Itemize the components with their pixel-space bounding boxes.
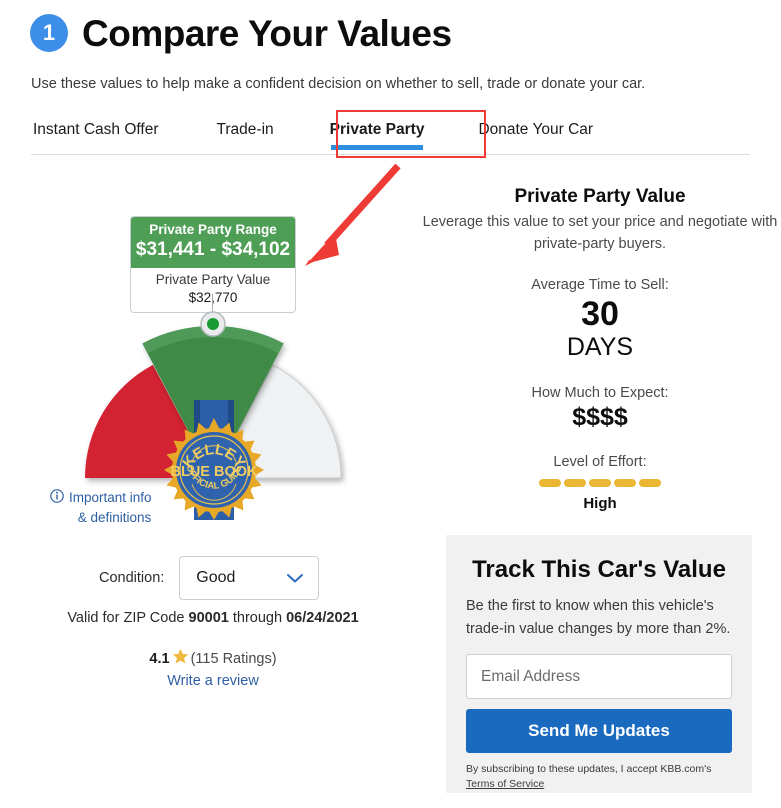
track-car-value-panel: Track This Car's Value Be the first to k… <box>446 535 752 793</box>
effort-segment <box>614 479 636 487</box>
important-info-line2: & definitions <box>77 510 152 526</box>
important-info-line1: Important info <box>69 490 152 505</box>
tab-private-party[interactable]: Private Party <box>329 112 425 150</box>
svg-text:BLUE BOOK: BLUE BOOK <box>171 464 259 480</box>
page-header: 1 Compare Your Values <box>30 14 452 52</box>
chevron-down-icon <box>287 574 304 583</box>
level-of-effort-meter <box>425 479 775 487</box>
write-a-review-link[interactable]: Write a review <box>0 673 426 689</box>
effort-segment <box>639 479 661 487</box>
track-panel-fineprint: By subscribing to these updates, I accep… <box>466 762 732 790</box>
annotation-arrow-icon <box>305 163 401 266</box>
private-party-value-card: Private Party Range $31,441 - $34,102 Pr… <box>130 216 296 314</box>
tab-active-indicator <box>331 145 424 150</box>
send-me-updates-button[interactable]: Send Me Updates <box>466 709 732 754</box>
condition-row: Condition: Good <box>99 556 320 600</box>
zip-prefix: Valid for ZIP Code <box>67 610 189 626</box>
how-much-to-expect-value: $$$$ <box>572 403 628 431</box>
value-card-header: Private Party Range $31,441 - $34,102 <box>131 217 295 268</box>
effort-segment <box>589 479 611 487</box>
time-to-sell-value: 30 <box>581 295 619 333</box>
rating-row: 4.1 (115 Ratings) <box>0 648 426 667</box>
star-icon <box>172 648 188 664</box>
time-to-sell-unit: DAYS <box>566 333 634 361</box>
condition-label: Condition: <box>99 570 165 586</box>
page-title: Compare Your Values <box>82 12 452 54</box>
value-type-tabs: Instant Cash Offer Trade-in Private Part… <box>31 112 750 155</box>
level-of-effort-label: Level of Effort: <box>553 454 647 470</box>
tab-private-party-label: Private Party <box>329 121 425 138</box>
right-column-title: Private Party Value <box>514 186 686 207</box>
how-much-to-expect-label: How Much to Expect: <box>531 385 669 401</box>
right-column-description: Leverage this value to set your price an… <box>422 214 778 252</box>
zip-expiry-date: 06/24/2021 <box>286 610 359 626</box>
rating-count: (115 Ratings) <box>190 651 277 667</box>
email-input[interactable] <box>466 654 732 700</box>
track-panel-description: Be the first to know when this vehicle's… <box>466 598 731 637</box>
value-range-amount: $31,441 - $34,102 <box>135 238 291 260</box>
time-to-sell-label: Average Time to Sell: <box>531 277 669 293</box>
zip-validity-line: Valid for ZIP Code 90001 through 06/24/2… <box>0 610 426 626</box>
step-number-badge: 1 <box>30 14 68 52</box>
value-range-label: Private Party Range <box>149 222 277 237</box>
track-panel-title: Track This Car's Value <box>472 556 726 583</box>
info-circle-icon <box>50 489 64 503</box>
tab-instant-cash-offer[interactable]: Instant Cash Offer <box>33 112 159 139</box>
effort-segment <box>539 479 561 487</box>
important-info-link[interactable]: Important info & definitions <box>50 488 175 529</box>
gauge-needle-knob-icon <box>200 311 226 337</box>
level-of-effort-value: High <box>583 495 617 512</box>
terms-of-service-link[interactable]: Terms of Service <box>466 778 544 790</box>
tab-trade-in[interactable]: Trade-in <box>217 112 274 139</box>
zip-middle: through <box>228 610 287 626</box>
rating-score: 4.1 <box>149 651 170 667</box>
zip-code: 90001 <box>188 610 229 626</box>
effort-segment <box>564 479 586 487</box>
condition-select[interactable]: Good <box>179 556 320 600</box>
condition-selected-value: Good <box>196 569 236 586</box>
fineprint-text: By subscribing to these updates, I accep… <box>466 763 712 776</box>
page-subtitle: Use these values to help make a confiden… <box>31 76 646 92</box>
kelley-blue-book-seal-icon: KELLEY BLUE BOOK OFFICIAL GUIDE <box>164 400 264 520</box>
tab-donate-your-car[interactable]: Donate Your Car <box>478 112 593 139</box>
value-label: Private Party Value <box>155 271 271 287</box>
